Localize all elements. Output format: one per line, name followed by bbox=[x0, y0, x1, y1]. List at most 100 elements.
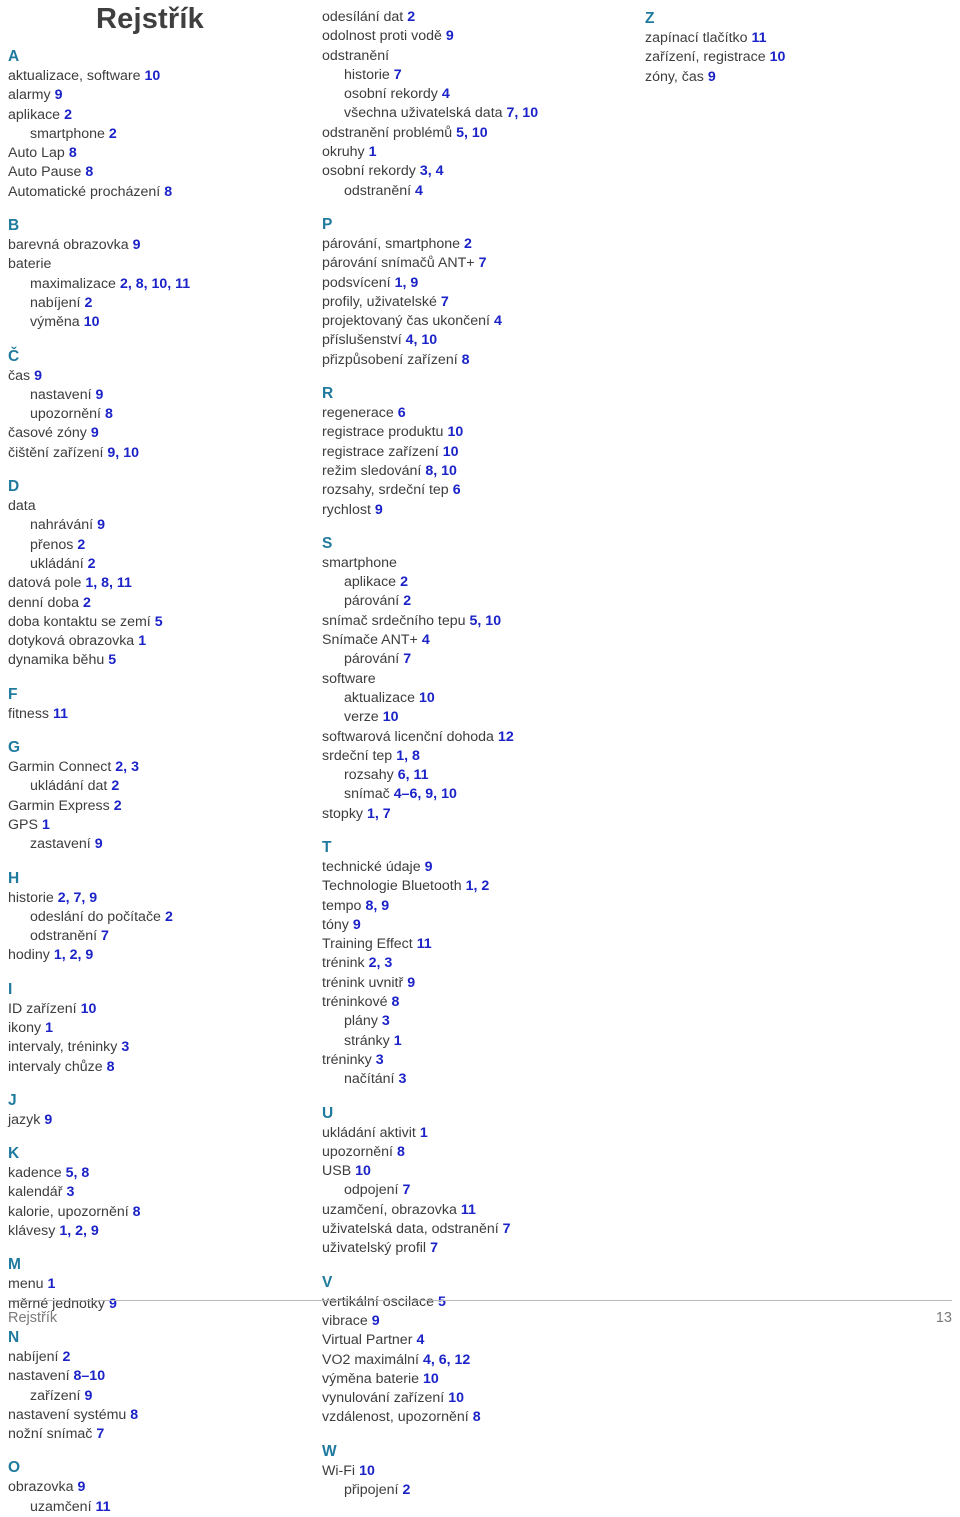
index-entry[interactable]: tóny 9 bbox=[322, 916, 622, 935]
index-entry[interactable]: uživatelský profil 7 bbox=[322, 1239, 622, 1258]
index-subentry[interactable]: zařízení 9 bbox=[8, 1387, 308, 1406]
index-entry[interactable]: výměna baterie 10 bbox=[322, 1370, 622, 1389]
index-entry[interactable]: okruhy 1 bbox=[322, 143, 622, 162]
index-subentry[interactable]: nabíjení 2 bbox=[8, 294, 308, 313]
index-entry[interactable]: kalorie, upozornění 8 bbox=[8, 1203, 308, 1222]
index-entry[interactable]: intervaly, tréninky 3 bbox=[8, 1038, 308, 1057]
index-subentry[interactable]: plány 3 bbox=[322, 1012, 622, 1031]
index-entry[interactable]: odolnost proti vodě 9 bbox=[322, 27, 622, 46]
index-entry[interactable]: dynamika běhu 5 bbox=[8, 651, 308, 670]
index-entry[interactable]: aplikace 2 bbox=[8, 106, 308, 125]
index-entry[interactable]: tempo 8, 9 bbox=[322, 897, 622, 916]
index-subentry[interactable]: stránky 1 bbox=[322, 1032, 622, 1051]
index-entry[interactable]: osobní rekordy 3, 4 bbox=[322, 162, 622, 181]
index-entry[interactable]: menu 1 bbox=[8, 1275, 308, 1294]
index-entry[interactable]: dotyková obrazovka 1 bbox=[8, 632, 308, 651]
index-entry[interactable]: vynulování zařízení 10 bbox=[322, 1389, 622, 1408]
index-entry[interactable]: srdeční tep 1, 8 bbox=[322, 747, 622, 766]
index-entry[interactable]: tréninkové 8 bbox=[322, 993, 622, 1012]
index-entry[interactable]: odstranění problémů 5, 10 bbox=[322, 124, 622, 143]
index-subentry[interactable]: všechna uživatelská data 7, 10 bbox=[322, 104, 622, 123]
index-entry[interactable]: nožní snímač 7 bbox=[8, 1425, 308, 1444]
index-subentry[interactable]: nastavení 9 bbox=[8, 386, 308, 405]
index-entry[interactable]: technické údaje 9 bbox=[322, 858, 622, 877]
index-entry[interactable]: snímač srdečního tepu 5, 10 bbox=[322, 612, 622, 631]
index-entry[interactable]: přizpůsobení zařízení 8 bbox=[322, 351, 622, 370]
index-entry[interactable]: kadence 5, 8 bbox=[8, 1164, 308, 1183]
index-entry[interactable]: software bbox=[322, 670, 622, 689]
index-entry[interactable]: registrace produktu 10 bbox=[322, 423, 622, 442]
index-entry[interactable]: podsvícení 1, 9 bbox=[322, 274, 622, 293]
index-entry[interactable]: GPS 1 bbox=[8, 816, 308, 835]
index-entry[interactable]: čas 9 bbox=[8, 367, 308, 386]
index-entry[interactable]: fitness 11 bbox=[8, 705, 308, 724]
index-entry[interactable]: aktualizace, software 10 bbox=[8, 67, 308, 86]
index-entry[interactable]: doba kontaktu se zemí 5 bbox=[8, 613, 308, 632]
index-entry[interactable]: Auto Lap 8 bbox=[8, 144, 308, 163]
index-entry[interactable]: projektovaný čas ukončení 4 bbox=[322, 312, 622, 331]
index-entry[interactable]: jazyk 9 bbox=[8, 1111, 308, 1130]
index-subentry[interactable]: upozornění 8 bbox=[8, 405, 308, 424]
index-entry[interactable]: trénink uvnitř 9 bbox=[322, 974, 622, 993]
index-subentry[interactable]: párování 7 bbox=[322, 650, 622, 669]
index-entry[interactable]: párování, smartphone 2 bbox=[322, 235, 622, 254]
index-subentry[interactable]: odpojení 7 bbox=[322, 1181, 622, 1200]
index-subentry[interactable]: ukládání dat 2 bbox=[8, 777, 308, 796]
index-entry[interactable]: trénink 2, 3 bbox=[322, 954, 622, 973]
index-subentry[interactable]: snímač 4–6, 9, 10 bbox=[322, 785, 622, 804]
index-subentry[interactable]: načítání 3 bbox=[322, 1070, 622, 1089]
index-subentry[interactable]: ukládání 2 bbox=[8, 555, 308, 574]
index-entry[interactable]: Automatické procházení 8 bbox=[8, 183, 308, 202]
index-subentry[interactable]: osobní rekordy 4 bbox=[322, 85, 622, 104]
index-entry[interactable]: Garmin Express 2 bbox=[8, 797, 308, 816]
index-subentry[interactable]: smartphone 2 bbox=[8, 125, 308, 144]
index-entry[interactable]: klávesy 1, 2, 9 bbox=[8, 1222, 308, 1241]
index-subentry[interactable]: rozsahy 6, 11 bbox=[322, 766, 622, 785]
index-entry[interactable]: regenerace 6 bbox=[322, 404, 622, 423]
index-entry[interactable]: registrace zařízení 10 bbox=[322, 443, 622, 462]
index-entry[interactable]: data bbox=[8, 497, 308, 516]
index-subentry[interactable]: výměna 10 bbox=[8, 313, 308, 332]
index-entry[interactable]: časové zóny 9 bbox=[8, 424, 308, 443]
index-entry[interactable]: stopky 1, 7 bbox=[322, 805, 622, 824]
index-entry[interactable]: Virtual Partner 4 bbox=[322, 1331, 622, 1350]
index-entry[interactable]: ikony 1 bbox=[8, 1019, 308, 1038]
index-entry[interactable]: nastavení systému 8 bbox=[8, 1406, 308, 1425]
index-entry[interactable]: ID zařízení 10 bbox=[8, 1000, 308, 1019]
index-entry[interactable]: ukládání aktivit 1 bbox=[322, 1124, 622, 1143]
index-entry[interactable]: softwarová licenční dohoda 12 bbox=[322, 728, 622, 747]
index-entry[interactable]: rozsahy, srdeční tep 6 bbox=[322, 481, 622, 500]
index-entry[interactable]: barevná obrazovka 9 bbox=[8, 236, 308, 255]
index-entry[interactable]: datová pole 1, 8, 11 bbox=[8, 574, 308, 593]
index-entry[interactable]: rychlost 9 bbox=[322, 501, 622, 520]
index-subentry[interactable]: aktualizace 10 bbox=[322, 689, 622, 708]
index-entry[interactable]: kalendář 3 bbox=[8, 1183, 308, 1202]
index-entry[interactable]: VO2 maximální 4, 6, 12 bbox=[322, 1351, 622, 1370]
index-subentry[interactable]: odstranění 4 bbox=[322, 182, 622, 201]
index-entry[interactable]: odstranění bbox=[322, 47, 622, 66]
index-entry[interactable]: profily, uživatelské 7 bbox=[322, 293, 622, 312]
index-entry[interactable]: Auto Pause 8 bbox=[8, 163, 308, 182]
index-entry[interactable]: odesílání dat 2 bbox=[322, 8, 622, 27]
index-entry[interactable]: Training Effect 11 bbox=[322, 935, 622, 954]
index-subentry[interactable]: maximalizace 2, 8, 10, 11 bbox=[8, 275, 308, 294]
index-entry[interactable]: smartphone bbox=[322, 554, 622, 573]
index-entry[interactable]: historie 2, 7, 9 bbox=[8, 889, 308, 908]
index-entry[interactable]: čištění zařízení 9, 10 bbox=[8, 444, 308, 463]
index-entry[interactable]: Technologie Bluetooth 1, 2 bbox=[322, 877, 622, 896]
index-subentry[interactable]: uzamčení 11 bbox=[8, 1498, 308, 1517]
index-subentry[interactable]: párování 2 bbox=[322, 592, 622, 611]
index-subentry[interactable]: nahrávání 9 bbox=[8, 516, 308, 535]
index-entry[interactable]: Garmin Connect 2, 3 bbox=[8, 758, 308, 777]
index-entry[interactable]: obrazovka 9 bbox=[8, 1478, 308, 1497]
index-subentry[interactable]: odeslání do počítače 2 bbox=[8, 908, 308, 927]
index-entry[interactable]: zapínací tlačítko 11 bbox=[645, 29, 945, 48]
index-entry[interactable]: uživatelská data, odstranění 7 bbox=[322, 1220, 622, 1239]
index-entry[interactable]: Snímače ANT+ 4 bbox=[322, 631, 622, 650]
index-subentry[interactable]: zastavení 9 bbox=[8, 835, 308, 854]
index-entry[interactable]: alarmy 9 bbox=[8, 86, 308, 105]
index-entry[interactable]: tréninky 3 bbox=[322, 1051, 622, 1070]
index-subentry[interactable]: přenos 2 bbox=[8, 536, 308, 555]
index-entry[interactable]: hodiny 1, 2, 9 bbox=[8, 946, 308, 965]
index-entry[interactable]: upozornění 8 bbox=[322, 1143, 622, 1162]
